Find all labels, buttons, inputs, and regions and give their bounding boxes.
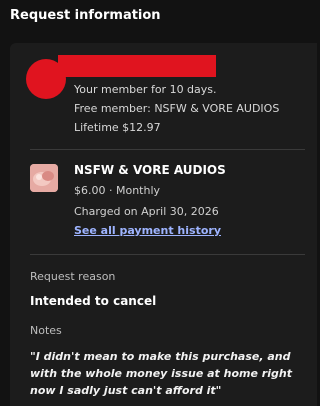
- product-thumbnail: [30, 164, 58, 192]
- payment-history-link[interactable]: See all payment history: [74, 224, 221, 237]
- purchase-info: NSFW & VORE AUDIOS $6.00 · Monthly Charg…: [26, 160, 306, 245]
- product-price: $6.00 · Monthly: [74, 184, 161, 197]
- request-panel: Your member for 10 days. Free member: NS…: [10, 43, 317, 406]
- member-duration: Your member for 10 days.: [74, 83, 217, 96]
- redacted-username: [58, 55, 216, 77]
- member-info: Your member for 10 days. Free member: NS…: [26, 55, 306, 140]
- notes-label: Notes: [30, 324, 62, 337]
- notes-value: "I didn't mean to make this purchase, an…: [30, 350, 292, 397]
- lifetime-spend: Lifetime $12.97: [74, 121, 161, 134]
- product-name: NSFW & VORE AUDIOS: [74, 163, 226, 177]
- divider: [30, 149, 305, 150]
- request-reason-label: Request reason: [30, 270, 116, 283]
- charge-date: Charged on April 30, 2026: [74, 205, 219, 218]
- request-reason-value: Intended to cancel: [30, 294, 157, 308]
- divider: [30, 254, 305, 255]
- page-title: Request information: [10, 8, 161, 23]
- membership-tier: Free member: NSFW & VORE AUDIOS: [74, 102, 280, 115]
